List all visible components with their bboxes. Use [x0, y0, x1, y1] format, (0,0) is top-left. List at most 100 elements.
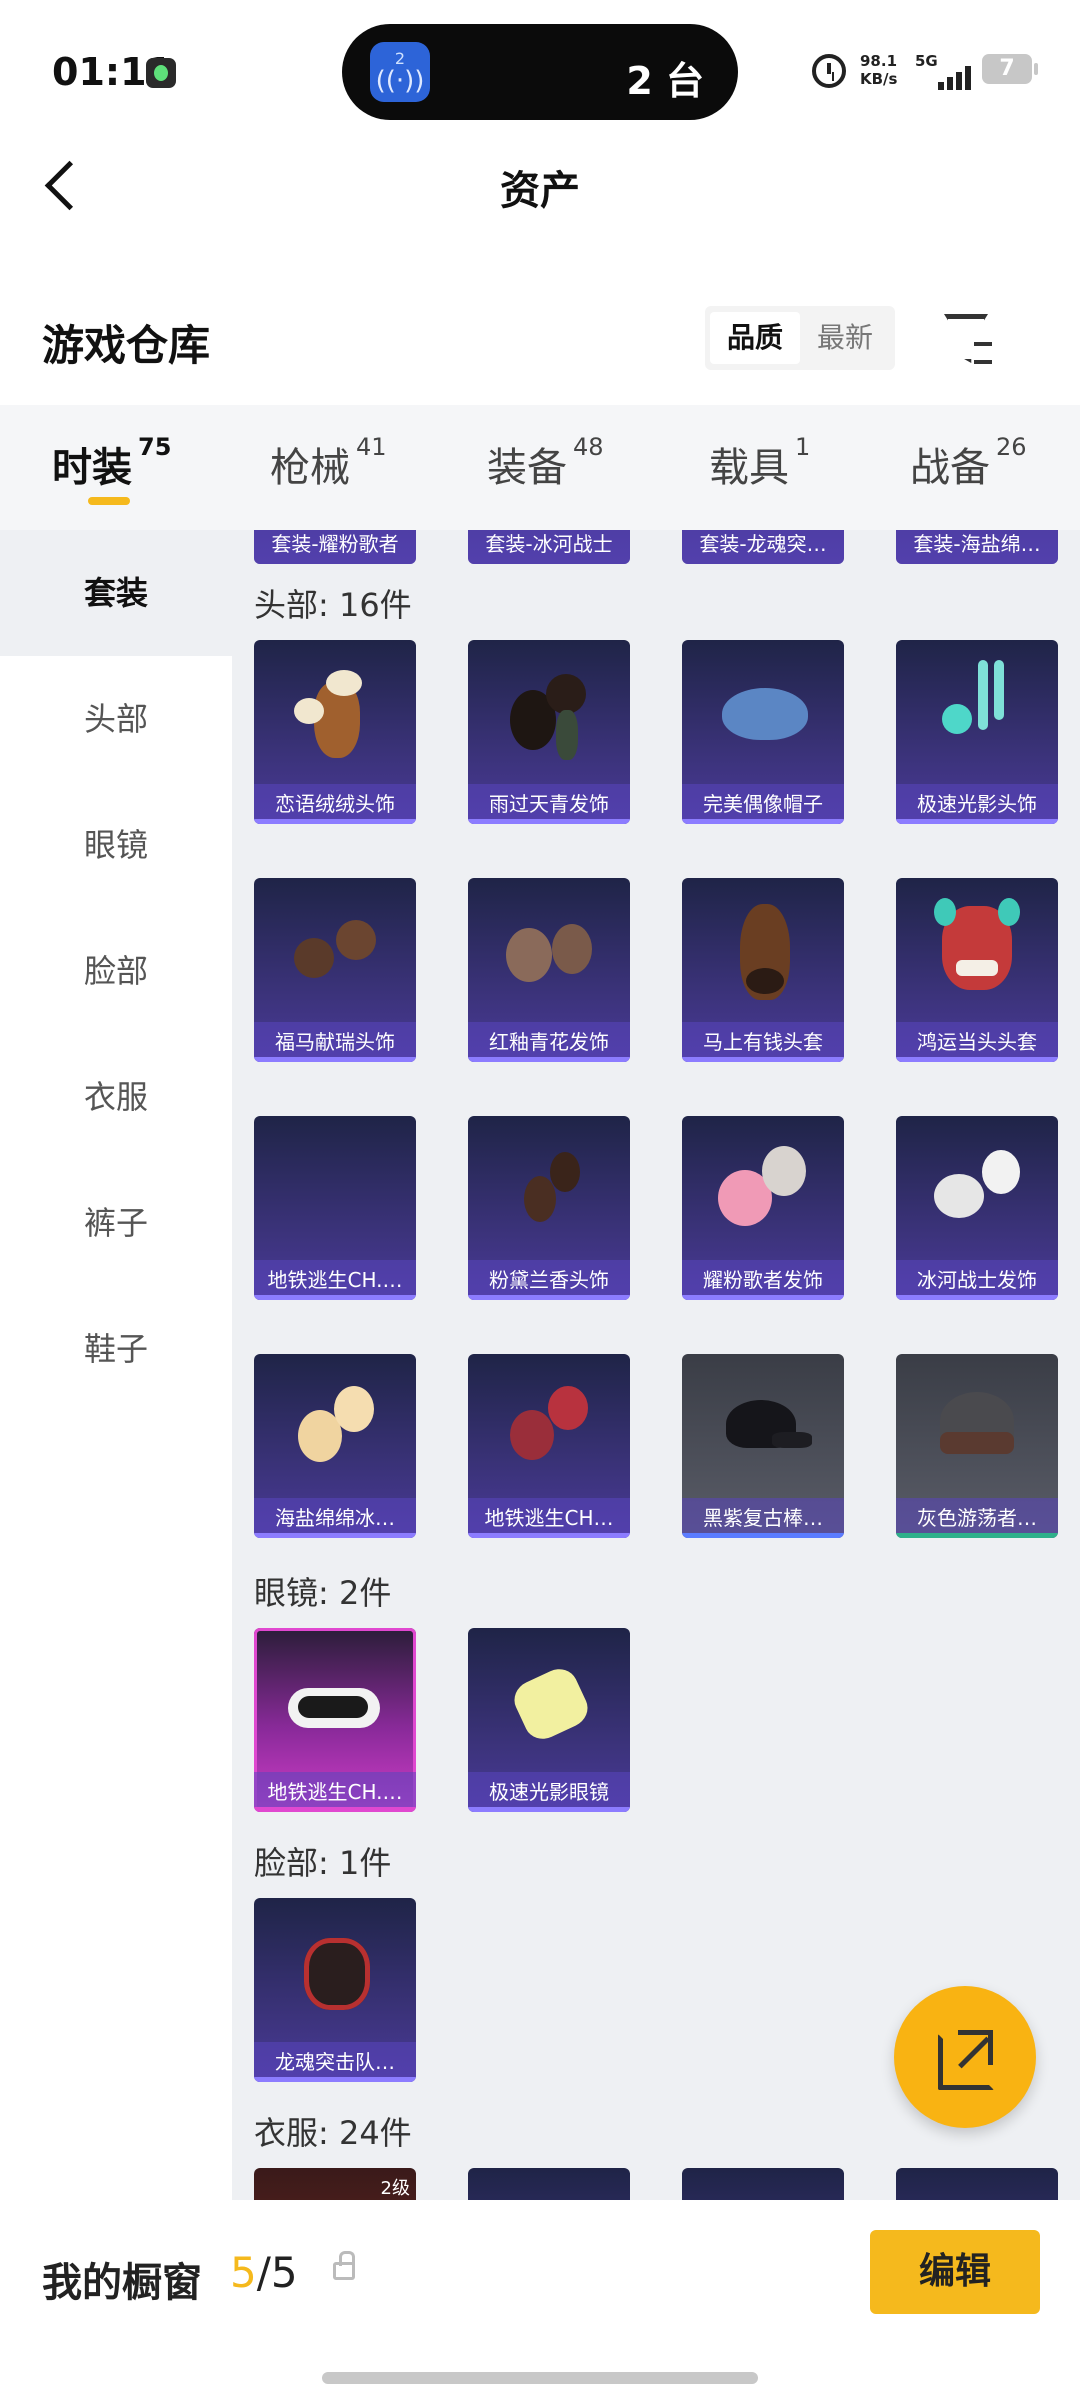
tab-gear[interactable]: 战备 26	[910, 433, 1027, 493]
item-card[interactable]: 极速光影眼镜	[468, 1628, 630, 1812]
item-card[interactable]: 灰色游荡者…	[896, 1354, 1058, 1538]
item-card[interactable]: 2级	[254, 2168, 416, 2200]
item-caption: 套装-龙魂突…	[682, 530, 844, 564]
sort-toggle: 品质 最新	[705, 306, 895, 370]
item-card[interactable]: 鸿运当头头套	[896, 878, 1058, 1062]
hair-accessory-image	[498, 1374, 598, 1474]
showcase-count: 5/5	[230, 2248, 298, 2297]
showcase-bar: 我的橱窗 5/5 编辑	[0, 2200, 1080, 2400]
item-caption: 鸿运当头头套	[896, 1022, 1058, 1062]
sidebar-item-face[interactable]: 脸部	[0, 908, 232, 1034]
item-grid: 套装-耀粉歌者 套装-冰河战士 套装-龙魂突… 套装-海盐绵… 头部: 16件 …	[232, 530, 1080, 2200]
item-caption: 红釉青花发饰	[468, 1022, 630, 1062]
share-icon	[958, 2036, 990, 2069]
item-card[interactable]: 套装-海盐绵…	[896, 530, 1058, 564]
page-title: 资产	[500, 168, 580, 214]
item-card[interactable]: 套装-冰河战士	[468, 530, 630, 564]
tab-label: 载具	[709, 445, 789, 491]
item-caption: 极速光影眼镜	[468, 1772, 630, 1812]
horse-mask-image	[712, 898, 812, 1000]
tab-indicator	[88, 497, 130, 505]
beanie-image	[926, 1374, 1026, 1474]
sidebar-item-clothes[interactable]: 衣服	[0, 1034, 232, 1160]
item-caption: 黑紫复古棒…	[682, 1498, 844, 1538]
item-card[interactable]: 恋语绒绒头饰	[254, 640, 416, 824]
item-caption: 马上有钱头套	[682, 1022, 844, 1062]
asset-screen: { "status_bar": {"time": "01:11", "islan…	[0, 0, 1080, 2400]
tab-count: 41	[356, 433, 387, 461]
item-card[interactable]: 马上有钱头套	[682, 878, 844, 1062]
item-caption: 灰色游荡者…	[896, 1498, 1058, 1538]
hair-accessory-image	[498, 660, 598, 760]
share-button[interactable]	[894, 1986, 1036, 2128]
category-tabs: 时装 75 枪械 41 装备 48 载具 1 战备 26	[0, 405, 1080, 530]
item-caption: 冰河战士发饰	[896, 1260, 1058, 1300]
horse-headpiece-image	[284, 898, 384, 998]
visor-glasses-image	[498, 1648, 598, 1748]
hair-accessory-image	[284, 1374, 384, 1474]
status-right: 98.1 KB/s 5G 7	[812, 52, 1038, 92]
hair-accessory-image	[498, 898, 598, 998]
goggles-image	[284, 1648, 384, 1748]
sidebar-item-shoes[interactable]: 鞋子	[0, 1286, 232, 1412]
item-caption: 地铁逃生CH.…	[254, 1260, 416, 1300]
hair-accessory-image	[926, 1136, 1026, 1236]
net-speed-unit: KB/s	[860, 70, 898, 88]
item-card[interactable]: 冰河战士发饰	[896, 1116, 1058, 1300]
item-card[interactable]: 地铁逃生CH.…	[254, 1628, 416, 1812]
sidebar-item-suit[interactable]: 套装	[0, 530, 232, 656]
signal-label: 5G	[915, 52, 938, 70]
item-card[interactable]: 红釉青花发饰	[468, 878, 630, 1062]
edit-button[interactable]: 编辑	[870, 2230, 1040, 2314]
baseball-cap-image	[712, 1374, 812, 1474]
hair-accessory-image	[284, 660, 384, 760]
item-caption: 雨过天青发饰	[468, 784, 630, 824]
dynamic-island[interactable]: 2 ((·)) 2 台	[342, 24, 738, 120]
sort-quality-button[interactable]: 品质	[710, 312, 800, 364]
battery-icon: 7	[982, 54, 1038, 84]
item-card[interactable]: 极速光影头饰	[896, 640, 1058, 824]
item-card[interactable]: 粉黛兰香头饰	[468, 1116, 630, 1300]
tab-vehicles[interactable]: 载具 1	[709, 433, 810, 493]
hair-accessory-image	[926, 660, 1026, 760]
warehouse-title: 游戏仓库	[42, 321, 211, 370]
tab-guns[interactable]: 枪械 41	[270, 433, 387, 493]
item-card[interactable]: 黑紫复古棒…	[682, 1354, 844, 1538]
home-indicator[interactable]	[322, 2372, 758, 2384]
item-card[interactable]: 龙魂突击队…	[254, 1898, 416, 2082]
sort-latest-button[interactable]: 最新	[800, 312, 890, 364]
item-card[interactable]	[896, 2168, 1058, 2200]
broadcast-icon: 2 ((·))	[370, 42, 430, 102]
net-speed: 98.1 KB/s	[860, 52, 897, 88]
item-card[interactable]: 完美偶像帽子	[682, 640, 844, 824]
sidebar-item-glasses[interactable]: 眼镜	[0, 782, 232, 908]
item-card[interactable]	[468, 2168, 630, 2200]
sidebar-item-head[interactable]: 头部	[0, 656, 232, 782]
hair-accessory-image	[712, 1136, 812, 1236]
item-caption: 恋语绒绒头饰	[254, 784, 416, 824]
filter-icon[interactable]	[940, 310, 996, 364]
showcase-label: 我的橱窗	[42, 2260, 202, 2306]
item-card[interactable]: 套装-耀粉歌者	[254, 530, 416, 564]
tab-fashion[interactable]: 时装 75	[52, 433, 172, 493]
item-card[interactable]: 地铁逃生CH.…	[254, 1116, 416, 1300]
showcase-current: 5	[230, 2248, 257, 2297]
item-card[interactable]: 地铁逃生CH…	[468, 1354, 630, 1538]
dragon-mask-image	[926, 898, 1026, 998]
tab-count: 75	[138, 433, 172, 461]
item-card[interactable]	[682, 2168, 844, 2200]
music-app-icon	[146, 58, 176, 88]
item-card[interactable]: 海盐绵绵冰…	[254, 1354, 416, 1538]
item-card[interactable]: 雨过天青发饰	[468, 640, 630, 824]
item-card[interactable]: 套装-龙魂突…	[682, 530, 844, 564]
beret-image	[712, 660, 812, 760]
sidebar-item-pants[interactable]: 裤子	[0, 1160, 232, 1286]
tab-equipment[interactable]: 装备 48	[487, 433, 604, 493]
item-caption: 地铁逃生CH.…	[254, 1772, 416, 1812]
hair-accessory-image	[498, 1136, 598, 1236]
tab-label: 战备	[910, 445, 990, 491]
item-card[interactable]: 耀粉歌者发饰	[682, 1116, 844, 1300]
item-card[interactable]: 福马献瑞头饰	[254, 878, 416, 1062]
face-mask-image	[284, 1918, 384, 2018]
status-bar: 01:11 2 ((·)) 2 台 98.1 KB/s 5G 7	[0, 0, 1080, 140]
